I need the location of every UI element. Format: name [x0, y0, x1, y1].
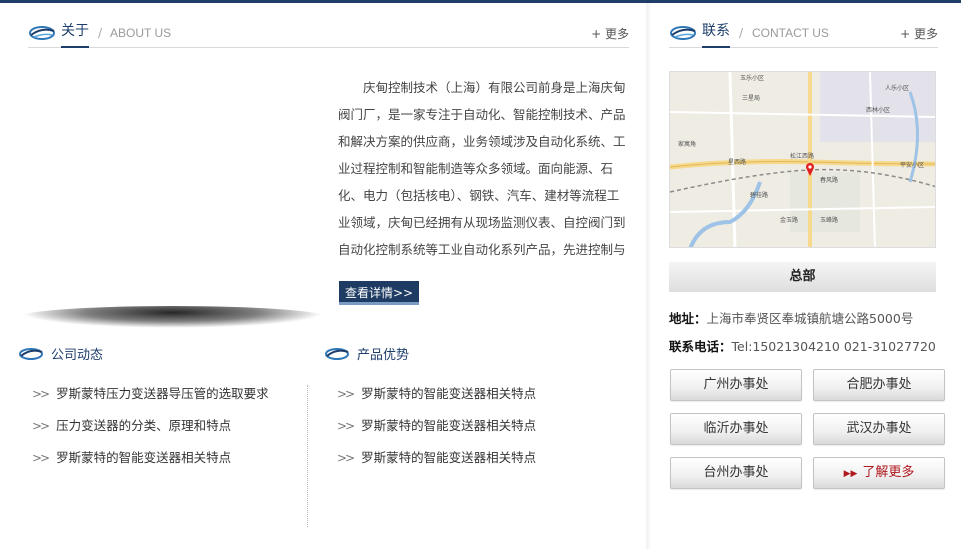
map-street-label: 金玉路 — [780, 216, 798, 224]
double-chevron-icon: >> — [32, 419, 50, 433]
headquarters-label: 总部 — [669, 262, 936, 292]
learn-more-button[interactable]: ▶▶ 了解更多 — [813, 457, 945, 489]
map-street-label: 星西路 — [728, 158, 746, 166]
panel-divider-shadow — [646, 0, 652, 549]
contact-title-en: CONTACT US — [752, 26, 829, 40]
about-more-link[interactable]: + 更多 — [591, 25, 629, 42]
map-street-label: 平安小区 — [900, 161, 924, 169]
company-swoosh-icon — [325, 348, 349, 360]
map-graphic: 玉乐小区人乐小区三星局西林小区家寓角星西路 松江西路春风路碧桂路金玉路 玉峰路 平安小… — [670, 72, 935, 247]
news-item[interactable]: >> 压力变送器的分类、原理和特点 — [32, 410, 269, 442]
advantage-item-label: 罗斯蒙特的智能变送器相关特点 — [361, 450, 537, 465]
double-chevron-icon: >> — [337, 419, 355, 433]
about-title: 关于 — [61, 22, 89, 48]
learn-more-label: 了解更多 — [862, 465, 915, 480]
contact-section-header: 联系 / CONTACT US + 更多 — [669, 22, 938, 48]
map-street-label: 松江西路 — [790, 152, 814, 160]
advantages-section-header: 产品优势 — [324, 343, 604, 365]
double-arrow-icon: ▶▶ — [843, 469, 858, 479]
office-button-hefei[interactable]: 合肥办事处 — [813, 369, 945, 401]
advantage-item-label: 罗斯蒙特的智能变送器相关特点 — [361, 386, 537, 401]
map-street-label: 三星局 — [742, 95, 760, 102]
map-street-label: 西林小区 — [866, 106, 890, 114]
advantages-title: 产品优势 — [357, 348, 410, 363]
phone-value: Tel:15021304210 021-31027720 — [731, 339, 936, 354]
office-button-guangzhou[interactable]: 广州办事处 — [670, 369, 802, 401]
advantage-item[interactable]: >> 罗斯蒙特的智能变送器相关特点 — [337, 410, 536, 442]
news-list: >> 罗斯蒙特压力变送器导压管的选取要求 >> 压力变送器的分类、原理和特点 >> 罗… — [32, 378, 269, 474]
phone-label: 联系电话： — [669, 339, 732, 354]
map-street-label: 碧桂路 — [750, 191, 768, 199]
about-description: 庆甸控制技术（上海）有限公司前身是上海庆甸阀门厂，是一家专注于自动化、智能控制技… — [338, 80, 626, 257]
office-button-taizhou[interactable]: 台州办事处 — [670, 457, 802, 489]
top-border — [0, 0, 961, 3]
phone-line: 联系电话：Tel:15021304210 021-31027720 — [669, 336, 936, 355]
address-line: 地址：上海市奉贤区奉城镇航塘公路5000号 — [669, 308, 913, 327]
address-label: 地址： — [669, 311, 707, 326]
advantage-item-label: 罗斯蒙特的智能变送器相关特点 — [361, 418, 537, 433]
advantages-list: >> 罗斯蒙特的智能变送器相关特点 >> 罗斯蒙特的智能变送器相关特点 >> 罗斯蒙特… — [337, 378, 536, 474]
map-street-label: 家寓角 — [678, 140, 696, 148]
about-title-en: ABOUT US — [110, 26, 172, 40]
news-title: 公司动态 — [51, 348, 104, 363]
double-chevron-icon: >> — [337, 451, 355, 465]
advantage-item[interactable]: >> 罗斯蒙特的智能变送器相关特点 — [337, 378, 536, 410]
contact-more-link[interactable]: + 更多 — [900, 25, 938, 42]
view-details-button[interactable]: 查看详情>> — [339, 281, 419, 305]
news-item-label: 罗斯蒙特压力变送器导压管的选取要求 — [56, 386, 269, 401]
contact-title: 联系 — [702, 22, 730, 48]
address-value: 上海市奉贤区奉城镇航塘公路5000号 — [706, 311, 914, 326]
double-chevron-icon: >> — [32, 387, 50, 401]
map-street-label: 人乐小区 — [885, 84, 909, 92]
company-swoosh-icon — [19, 348, 43, 360]
title-separator: / — [739, 26, 744, 40]
company-swoosh-icon — [670, 26, 696, 40]
map-street-label: 玉峰路 — [820, 216, 838, 224]
office-button-linyi[interactable]: 临沂办事处 — [670, 413, 802, 445]
column-divider — [307, 385, 308, 527]
office-button-wuhan[interactable]: 武汉办事处 — [813, 413, 945, 445]
news-item-label: 压力变送器的分类、原理和特点 — [56, 418, 232, 433]
title-separator: / — [98, 26, 103, 40]
double-chevron-icon: >> — [337, 387, 355, 401]
decorative-shadow — [20, 306, 325, 328]
double-chevron-icon: >> — [32, 451, 50, 465]
map-street-label: 玉乐小区 — [740, 74, 764, 82]
company-swoosh-icon — [29, 26, 55, 40]
map-street-label: 春风路 — [820, 176, 838, 184]
news-item[interactable]: >> 罗斯蒙特的智能变送器相关特点 — [32, 442, 269, 474]
about-section-header: 关于 / ABOUT US + 更多 — [28, 22, 629, 48]
news-item[interactable]: >> 罗斯蒙特压力变送器导压管的选取要求 — [32, 378, 269, 410]
advantage-item[interactable]: >> 罗斯蒙特的智能变送器相关特点 — [337, 442, 536, 474]
news-item-label: 罗斯蒙特的智能变送器相关特点 — [56, 450, 232, 465]
location-map[interactable]: 玉乐小区人乐小区三星局西林小区家寓角星西路 松江西路春风路碧桂路金玉路 玉峰路 平安小… — [669, 71, 936, 248]
news-section-header: 公司动态 — [18, 343, 298, 365]
